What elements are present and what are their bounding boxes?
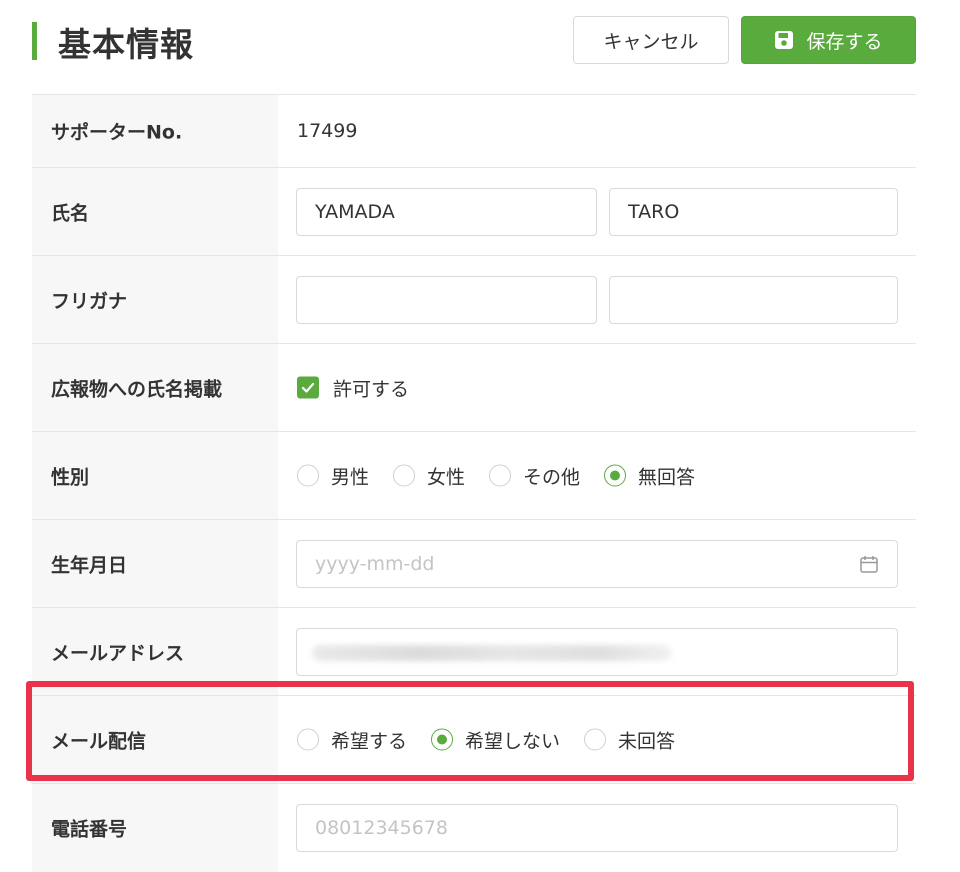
email-input[interactable] — [296, 627, 898, 676]
last-name-input[interactable]: YAMADA — [296, 187, 597, 236]
gender-label: 性別 — [51, 466, 90, 488]
phone-placeholder: 08012345678 — [315, 817, 448, 839]
cancel-button-label: キャンセル — [603, 30, 699, 53]
gender-option-male-label: 男性 — [331, 466, 370, 488]
mail-delivery-option-want-label: 希望する — [331, 730, 408, 752]
gender-radio-female[interactable]: 女性 — [393, 462, 465, 489]
row-publish-name: 広報物への氏名掲載 許可する — [32, 344, 916, 432]
gender-radio-other[interactable]: その他 — [489, 462, 580, 489]
mail-delivery-radio-group: 希望する 希望しない 未回答 — [297, 726, 699, 753]
row-mail-delivery: メール配信 希望する 希望しない 未回答 — [32, 696, 916, 784]
mail-delivery-option-not-want-label: 希望しない — [465, 730, 561, 752]
floppy-disk-icon — [774, 30, 794, 50]
cancel-button[interactable]: キャンセル — [573, 16, 729, 64]
title-accent-bar — [32, 22, 37, 60]
row-email: メールアドレス — [32, 608, 916, 696]
mail-delivery-radio-no-answer[interactable]: 未回答 — [584, 726, 675, 753]
calendar-icon[interactable] — [859, 554, 879, 574]
mail-delivery-label: メール配信 — [51, 730, 147, 752]
name-label: 氏名 — [51, 202, 90, 224]
gender-option-other-label: その他 — [523, 466, 581, 488]
supporter-no-label: サポーターNo. — [51, 121, 183, 144]
publish-name-label: 広報物への氏名掲載 — [51, 378, 223, 400]
birthday-placeholder: yyyy-mm-dd — [315, 552, 435, 575]
page-title: 基本情報 — [58, 25, 194, 64]
radio-circle-selected[interactable] — [604, 464, 627, 487]
birthday-date-input[interactable]: yyyy-mm-dd — [296, 539, 898, 588]
publish-name-checkbox-label: 許可する — [333, 378, 410, 400]
page-header: 基本情報 キャンセル 保存する — [0, 0, 960, 80]
last-name-furigana-input[interactable] — [296, 275, 597, 324]
row-gender: 性別 男性 女性 その他 無回答 — [32, 432, 916, 520]
basic-info-form: サポーターNo. 17499 氏名 YAMADA TARO フリガナ 広報物への… — [32, 94, 916, 872]
row-supporter-no: サポーターNo. 17499 — [32, 95, 916, 168]
radio-circle[interactable] — [489, 464, 512, 487]
mail-delivery-radio-want[interactable]: 希望する — [297, 726, 407, 753]
phone-input[interactable]: 08012345678 — [296, 804, 898, 852]
gender-radio-group: 男性 女性 その他 無回答 — [297, 462, 719, 489]
birthday-label: 生年月日 — [51, 554, 128, 576]
row-phone: 電話番号 08012345678 — [32, 784, 916, 872]
phone-label: 電話番号 — [51, 818, 128, 841]
radio-circle[interactable] — [297, 464, 319, 487]
mail-delivery-radio-not-want[interactable]: 希望しない — [431, 726, 560, 753]
save-button[interactable]: 保存する — [741, 16, 916, 64]
row-birthday: 生年月日 yyyy-mm-dd — [32, 520, 916, 608]
radio-circle[interactable] — [297, 728, 319, 751]
row-name: 氏名 YAMADA TARO — [32, 168, 916, 256]
radio-circle-selected[interactable] — [431, 728, 454, 751]
publish-name-checkbox[interactable] — [297, 376, 319, 399]
email-label: メールアドレス — [51, 642, 185, 664]
gender-option-no-answer-label: 無回答 — [638, 466, 696, 488]
furigana-label: フリガナ — [51, 290, 128, 312]
radio-circle[interactable] — [584, 728, 607, 751]
gender-radio-no-answer[interactable]: 無回答 — [604, 462, 695, 489]
obscured-email-value — [312, 644, 672, 661]
radio-circle[interactable] — [393, 464, 416, 487]
publish-name-checkbox-group[interactable]: 許可する — [297, 374, 409, 401]
checkmark-icon — [301, 382, 315, 393]
gender-radio-male[interactable]: 男性 — [297, 462, 369, 489]
first-name-input[interactable]: TARO — [609, 187, 898, 236]
first-name-furigana-input[interactable] — [609, 275, 898, 324]
gender-option-female-label: 女性 — [427, 466, 466, 488]
mail-delivery-option-no-answer-label: 未回答 — [618, 730, 676, 752]
supporter-no-value: 17499 — [297, 120, 358, 142]
save-button-label: 保存する — [806, 30, 883, 53]
row-furigana: フリガナ — [32, 256, 916, 344]
